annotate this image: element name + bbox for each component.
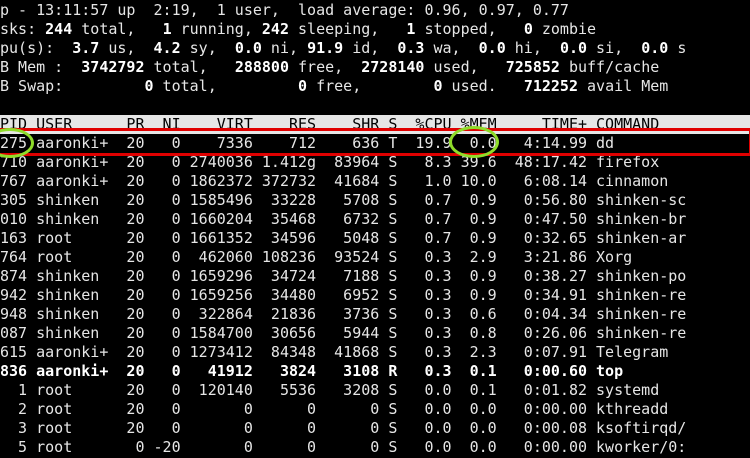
process-row[interactable]: 764 root 20 0 462060 108236 93524 S 0.3 … <box>0 248 750 267</box>
process-row[interactable]: 1 root 20 0 120140 5536 3208 S 0.0 0.1 0… <box>0 381 750 400</box>
process-row[interactable]: 163 root 20 0 1661352 34596 5048 S 0.7 0… <box>0 229 750 248</box>
swap-line: B Swap: 0 total, 0 free, 0 used. 712252 … <box>0 77 669 95</box>
process-row[interactable]: 5 root 0 -20 0 0 0 S 0.0 0.0 0:00.00 kwo… <box>0 438 750 457</box>
cpu-line: pu(s): 3.7 us, 4.2 sy, 0.0 ni, 91.9 id, … <box>0 39 687 57</box>
process-row[interactable]: 710 aaronki+ 20 0 2740036 1.412g 83964 S… <box>0 153 750 172</box>
process-row[interactable]: 305 shinken 20 0 1585496 33228 5708 S 0.… <box>0 191 750 210</box>
process-row[interactable]: 3 root 20 0 0 0 0 S 0.0 0.0 0:00.08 ksof… <box>0 419 750 438</box>
process-row[interactable]: 767 aaronki+ 20 0 1862372 372732 41684 S… <box>0 172 750 191</box>
process-row[interactable]: 942 shinken 20 0 1659256 34480 6952 S 0.… <box>0 286 750 305</box>
process-table-header: PID USER PR NI VIRT RES SHR S %CPU %MEM … <box>0 115 750 134</box>
uptime-line: p - 13:11:57 up 2:19, 1 user, load avera… <box>0 1 569 19</box>
mem-line: B Mem : 3742792 total, 288800 free, 2728… <box>0 58 660 76</box>
tasks-line: sks: 244 total, 1 running, 242 sleeping,… <box>0 20 597 38</box>
process-row[interactable]: 836 aaronki+ 20 0 41912 3824 3108 R 0.3 … <box>0 362 750 381</box>
process-row[interactable]: 087 shinken 20 0 1584700 30656 5944 S 0.… <box>0 324 750 343</box>
process-row[interactable]: 874 shinken 20 0 1659296 34724 7188 S 0.… <box>0 267 750 286</box>
process-row[interactable]: 275 aaronki+ 20 0 7336 712 636 T 19.9 0.… <box>0 134 750 153</box>
process-row[interactable]: 2 root 20 0 0 0 0 S 0.0 0.0 0:00.00 kthr… <box>0 400 750 419</box>
process-row[interactable]: 615 aaronki+ 20 0 1273412 84348 41868 S … <box>0 343 750 362</box>
process-row[interactable]: 948 shinken 20 0 322864 21836 3736 S 0.3… <box>0 305 750 324</box>
terminal-window[interactable]: p - 13:11:57 up 2:19, 1 user, load avera… <box>0 0 750 458</box>
process-row[interactable]: 010 shinken 20 0 1660204 35468 6732 S 0.… <box>0 210 750 229</box>
